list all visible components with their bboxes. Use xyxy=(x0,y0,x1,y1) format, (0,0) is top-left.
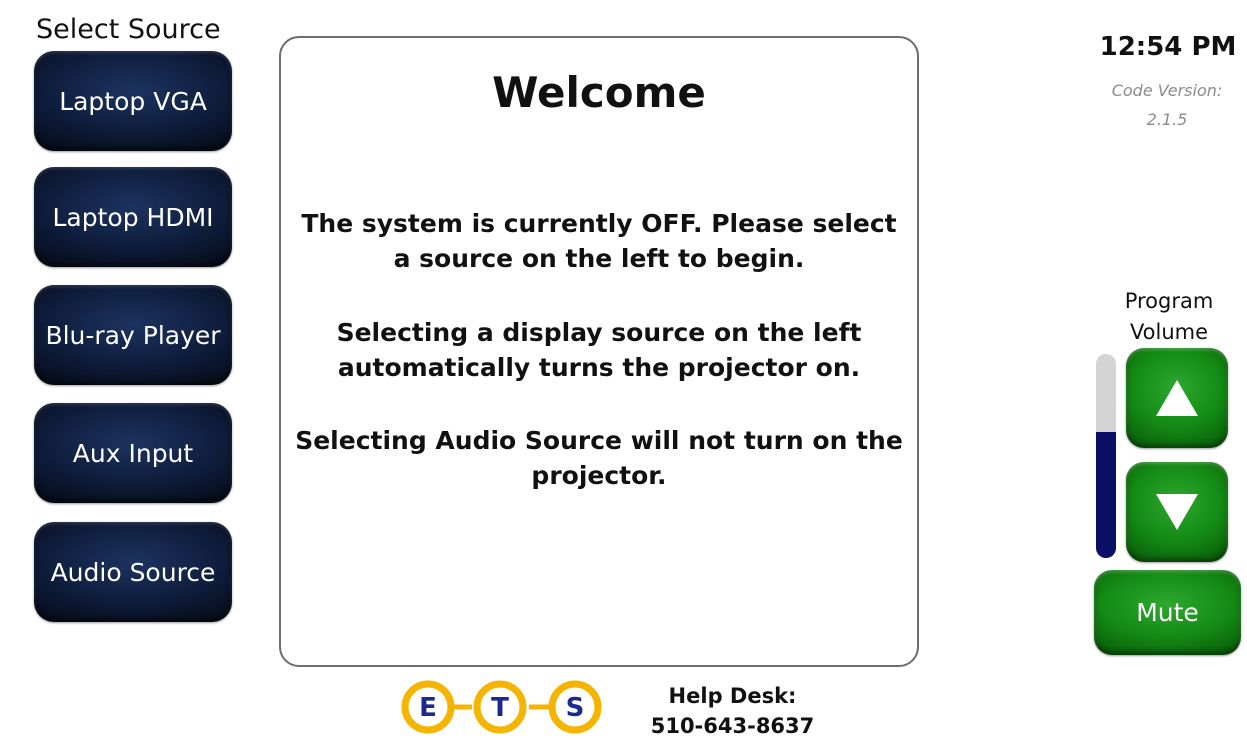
audio-source-button[interactable]: Audio Source xyxy=(34,522,232,622)
code-version: Code Version: 2.1.5 xyxy=(1088,76,1246,134)
welcome-title: Welcome xyxy=(492,68,706,117)
welcome-message-off: The system is currently OFF. Please sele… xyxy=(281,206,917,276)
logo-letter: E xyxy=(419,693,437,723)
welcome-message-display: Selecting a display source on the left a… xyxy=(281,315,917,385)
source-button-label: Blu-ray Player xyxy=(45,320,221,350)
triangle-up-icon xyxy=(1156,380,1198,416)
source-button-label: Audio Source xyxy=(50,557,216,587)
clock: 12:54 PM xyxy=(1099,32,1237,62)
select-source-heading: Select Source xyxy=(36,14,221,45)
logo-letter: S xyxy=(566,693,585,723)
volume-level-meter xyxy=(1096,354,1116,558)
volume-down-button[interactable] xyxy=(1126,462,1228,562)
message-line: projector. xyxy=(531,461,667,490)
message-line: Selecting Audio Source will not turn on … xyxy=(295,426,903,455)
message-line: a source on the left to begin. xyxy=(393,244,805,273)
code-version-label: Code Version: xyxy=(1111,81,1223,100)
program-volume-label: Program Volume xyxy=(1110,286,1228,348)
source-button-label: Laptop HDMI xyxy=(52,202,214,232)
mute-button[interactable]: Mute xyxy=(1094,570,1241,655)
blu-ray-player-button[interactable]: Blu-ray Player xyxy=(34,285,232,385)
volume-up-button[interactable] xyxy=(1126,348,1228,448)
laptop-hdmi-button[interactable]: Laptop HDMI xyxy=(34,167,232,267)
volume-label-line: Program xyxy=(1124,289,1214,313)
aux-input-button[interactable]: Aux Input xyxy=(34,403,232,503)
laptop-vga-button[interactable]: Laptop VGA xyxy=(34,51,232,151)
message-line: Selecting a display source on the left xyxy=(336,318,862,347)
welcome-message-audio: Selecting Audio Source will not turn on … xyxy=(281,423,917,493)
help-desk-phone: 510-643-8637 xyxy=(650,714,815,738)
volume-level-fill xyxy=(1096,431,1116,558)
volume-label-line: Volume xyxy=(1129,320,1209,344)
triangle-down-icon xyxy=(1156,494,1198,530)
ets-logo: E T S xyxy=(401,680,602,734)
source-button-label: Aux Input xyxy=(72,438,194,468)
help-desk-label: Help Desk: xyxy=(668,684,797,708)
mute-button-label: Mute xyxy=(1136,598,1199,627)
welcome-panel: Welcome The system is currently OFF. Ple… xyxy=(279,36,919,667)
logo-letter: T xyxy=(491,693,509,723)
source-button-label: Laptop VGA xyxy=(59,86,207,116)
message-line: The system is currently OFF. Please sele… xyxy=(301,209,897,238)
message-line: automatically turns the projector on. xyxy=(337,353,861,382)
help-desk: Help Desk: 510-643-8637 xyxy=(650,681,815,741)
code-version-number: 2.1.5 xyxy=(1146,110,1188,129)
